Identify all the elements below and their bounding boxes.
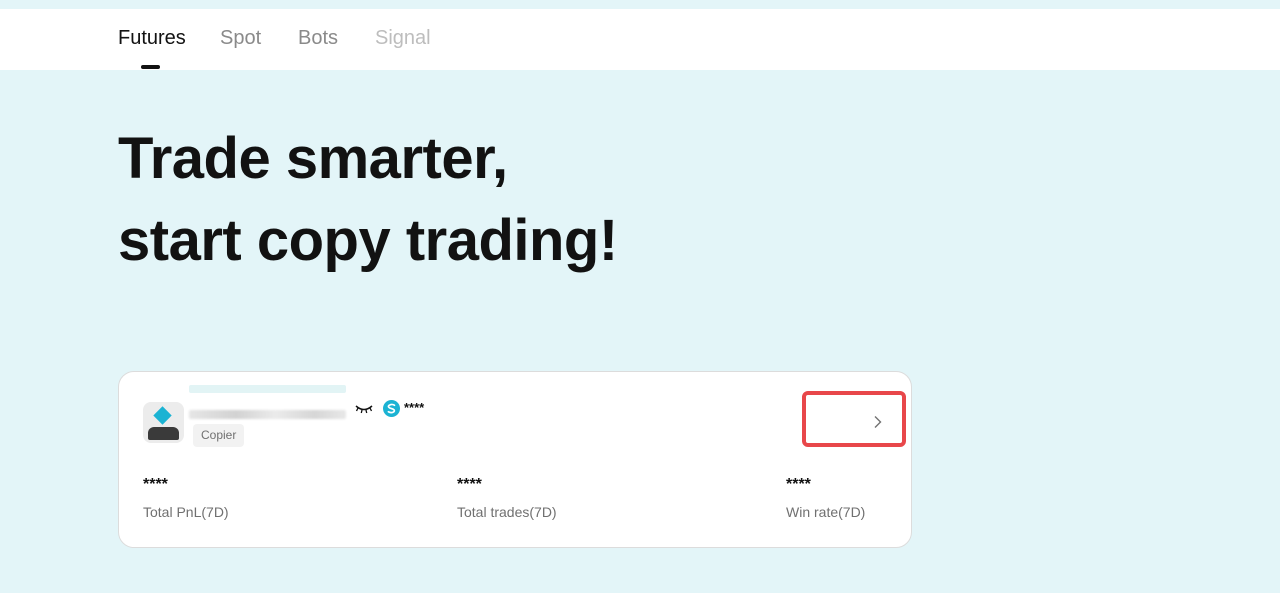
redacted-uid [189, 410, 346, 419]
coin-icon [383, 400, 400, 417]
stat-total-trades-value: **** [457, 476, 482, 493]
tab-futures[interactable]: Futures [118, 27, 186, 50]
product-tabs: Futures Spot Bots Signal [0, 9, 1280, 70]
avatar-diamond-shape [153, 406, 172, 425]
top-strip [0, 0, 1280, 9]
copier-profile-card: **** Copier **** Total PnL(7D) **** Tota… [118, 371, 912, 548]
hero-title: Trade smarter, start copy trading! [118, 118, 618, 282]
stat-total-pnl-label: Total PnL(7D) [143, 504, 229, 520]
hero-title-line-1: Trade smarter, [118, 126, 508, 191]
tab-bots[interactable]: Bots [298, 27, 338, 50]
redacted-username [189, 385, 346, 393]
stat-win-rate-label: Win rate(7D) [786, 504, 866, 520]
tab-spot[interactable]: Spot [220, 27, 261, 50]
avatar [143, 402, 184, 443]
tab-signal[interactable]: Signal [375, 27, 431, 50]
stat-win-rate-value: **** [786, 476, 811, 493]
role-badge: Copier [193, 424, 245, 447]
active-tab-indicator [141, 65, 160, 69]
chevron-right-icon [874, 416, 882, 428]
avatar-mountain-shape [148, 427, 179, 440]
stat-total-pnl-value: **** [143, 476, 168, 493]
stat-total-trades-label: Total trades(7D) [457, 504, 557, 520]
eye-closed-icon[interactable] [355, 402, 373, 416]
masked-name: **** [404, 400, 425, 415]
view-details-button[interactable] [802, 391, 906, 447]
hero-title-line-2: start copy trading! [118, 208, 618, 273]
